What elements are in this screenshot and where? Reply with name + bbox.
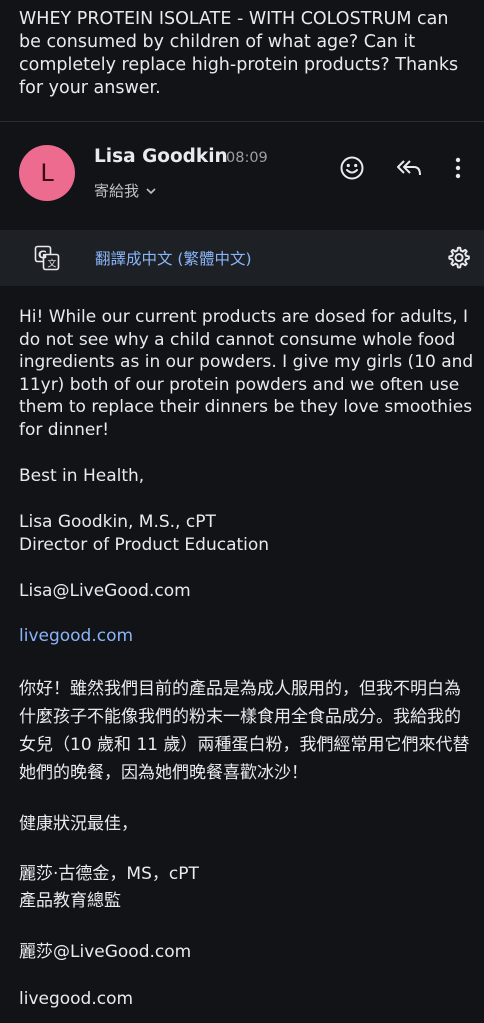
add-reaction-button[interactable]: [336, 152, 368, 184]
svg-text:G: G: [38, 249, 47, 262]
signature-name: Lisa Goodkin, M.S., cPT: [19, 512, 216, 532]
message-divider: [0, 121, 484, 122]
previous-message-text: WHEY PROTEIN ISOLATE - WITH COLOSTRUM ca…: [19, 9, 459, 98]
smiley-icon: [340, 156, 364, 180]
signature-title: Director of Product Education: [19, 535, 270, 555]
reply-all-button[interactable]: [393, 152, 425, 184]
reply-all-icon: [397, 160, 421, 176]
signature-name-zh: 麗莎·古德金，MS，cPT: [19, 864, 199, 884]
website-link[interactable]: livegood.com: [19, 625, 474, 648]
more-options-button[interactable]: [446, 152, 470, 184]
email-message-view: WHEY PROTEIN ISOLATE - WITH COLOSTRUM ca…: [0, 0, 484, 1023]
avatar[interactable]: L: [19, 145, 75, 201]
website-link-zh[interactable]: livegood.com: [19, 985, 474, 1013]
translate-icon: G 文: [34, 245, 60, 271]
avatar-letter: L: [40, 159, 54, 187]
recipient-details-toggle[interactable]: 寄給我: [94, 180, 157, 201]
gear-icon[interactable]: [445, 245, 471, 271]
recipient-label: 寄給我: [94, 182, 140, 200]
svg-text:文: 文: [48, 258, 57, 270]
sender-name[interactable]: Lisa Goodkin: [94, 146, 228, 167]
chevron-down-icon: [146, 187, 156, 194]
translate-link[interactable]: 翻譯成中文 (繁體中文): [95, 247, 252, 269]
message-closing-zh: 健康狀況最佳，: [19, 814, 138, 834]
signature-title-zh: 產品教育總監: [19, 891, 121, 911]
message-time: 08:09: [226, 150, 268, 166]
signature-email[interactable]: Lisa@LiveGood.com: [19, 580, 474, 603]
message-paragraph: Hi! While our current products are dosed…: [19, 307, 474, 440]
message-paragraph-zh: 你好！雖然我們目前的產品是為成人服用的，但我不明白為什麼孩子不能像我們的粉末一樣…: [19, 679, 470, 783]
message-closing: Best in Health,: [19, 466, 145, 486]
more-vert-icon: [455, 157, 461, 179]
signature-email-zh[interactable]: 麗莎@LiveGood.com: [19, 938, 474, 966]
